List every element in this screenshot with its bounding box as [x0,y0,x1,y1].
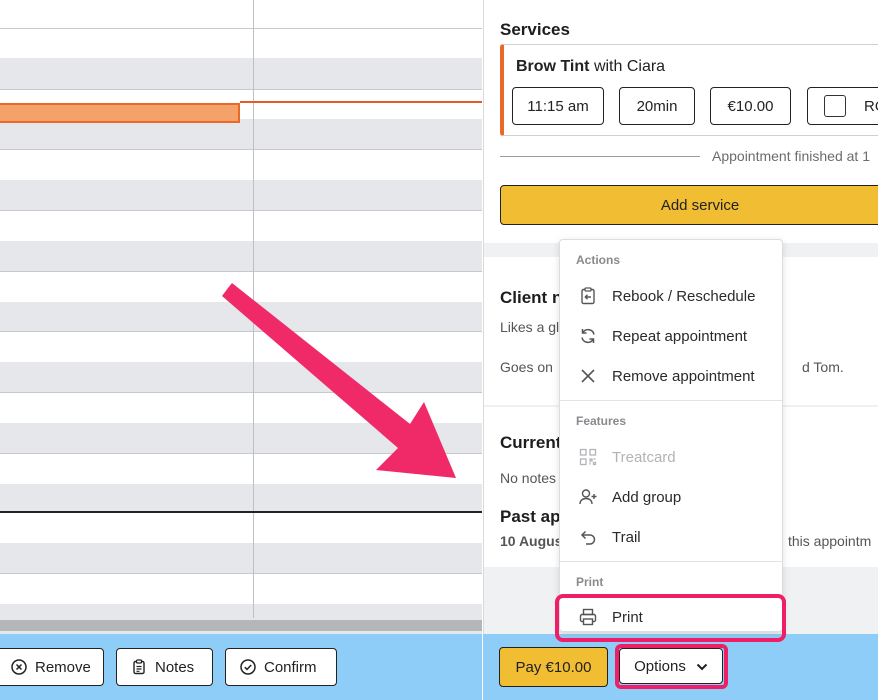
calendar-slot[interactable] [0,58,482,89]
clipboard-icon [131,659,147,675]
calendar-slot[interactable] [0,241,482,272]
calendar-slot[interactable] [0,484,482,515]
calendar-slot[interactable] [0,543,482,574]
checkbox-label: RO [864,97,878,115]
appointment-block[interactable] [0,103,240,123]
calendar-footer: Remove Notes Confirm [0,634,482,700]
calendar-slot[interactable] [0,0,482,31]
menu-item-label: Treatcard [612,448,676,466]
services-title: Services [500,20,570,39]
qr-code-icon [578,447,598,467]
calendar-slot[interactable] [0,180,482,211]
confirm-button[interactable]: Confirm [225,648,337,686]
menu-item-remove[interactable]: Remove appointment [560,356,782,396]
grid-line [0,331,482,332]
menu-item-label: Repeat appointment [612,327,748,345]
check-circle-icon [240,659,256,675]
service-name: Brow Tint with Ciara [516,58,665,76]
add-user-icon [578,487,598,507]
repeat-icon [578,326,598,346]
calendar-slot[interactable] [0,302,482,333]
calendar-slot[interactable] [0,423,482,454]
remove-button-label: Remove [35,658,91,676]
menu-item-rebook[interactable]: Rebook / Reschedule [560,276,782,316]
menu-section-actions: Actions [576,253,621,267]
calendar-slot[interactable] [0,119,482,150]
menu-section-features: Features [576,414,627,428]
time-chip[interactable]: 11:15 am [512,87,604,125]
current-time-line [240,101,482,103]
client-note-line: Goes on [500,359,553,375]
calendar-slot[interactable] [0,604,482,618]
notes-button[interactable]: Notes [116,648,213,686]
add-service-button[interactable]: Add service [500,185,878,225]
close-circle-icon [11,659,27,675]
menu-item-label: Rebook / Reschedule [612,287,756,305]
service-staff: with Ciara [593,58,666,75]
divider [500,155,700,157]
column-divider [253,0,254,618]
client-note-line: Likes a gl [500,319,560,335]
menu-item-trail[interactable]: Trail [560,517,782,557]
pay-button-label: Pay €10.00 [515,658,592,676]
options-highlight [615,644,728,689]
grid-line [0,392,482,393]
calendar-slot[interactable] [0,150,482,181]
past-appointment-text: this appointm [788,533,872,549]
undo-icon [578,527,598,547]
services-card: Services Brow Tint with Ciara 11:15 am 2… [484,0,878,243]
calendar-slot[interactable] [0,30,482,61]
client-note-line-tail: d Tom. [802,359,844,375]
menu-divider [560,561,782,562]
finished-status: Appointment finished at 1 [500,148,878,164]
menu-item-label: Add group [612,488,682,506]
current-notes-title: Current [500,433,562,452]
calendar-slot[interactable] [0,332,482,363]
service-item[interactable]: Brow Tint with Ciara 11:15 am 20min €10.… [500,44,878,136]
scrollbar-thumb[interactable] [0,620,482,631]
grid-line [0,89,482,90]
close-icon [578,366,598,386]
confirm-button-label: Confirm [264,658,317,676]
add-service-label: Add service [660,196,740,214]
menu-item-add-group[interactable]: Add group [560,477,782,517]
ro-checkbox-chip[interactable]: RO [807,87,878,125]
calendar-slot[interactable] [0,210,482,241]
calendar-slot[interactable] [0,362,482,393]
grid-line [0,271,482,272]
grid-line [0,149,482,150]
checkbox[interactable] [824,95,846,117]
remove-button[interactable]: Remove [0,648,104,686]
calendar-grid[interactable] [0,0,482,634]
calendar-slot[interactable] [0,271,482,302]
calendar-slot[interactable] [0,574,482,605]
service-title: Brow Tint [516,58,590,75]
day-boundary-line [0,511,482,513]
panel-footer: Pay €10.00 Options [483,634,878,700]
menu-section-print: Print [576,575,604,589]
calendar-slot[interactable] [0,393,482,424]
pay-button[interactable]: Pay €10.00 [499,647,608,687]
menu-item-label: Trail [612,528,641,546]
calendar-slot[interactable] [0,454,482,485]
menu-item-repeat[interactable]: Repeat appointment [560,316,782,356]
finished-text: Appointment finished at 1 [712,148,870,164]
grid-line [0,453,482,454]
notes-button-label: Notes [155,658,195,676]
past-appointment-date: 10 August [500,533,568,549]
print-highlight [555,594,786,642]
current-notes-empty: No notes [500,470,557,486]
menu-divider [560,400,782,401]
client-notes-title: Client n [500,288,563,307]
menu-item-treatcard[interactable]: Treatcard [560,437,782,477]
grid-line [0,573,482,574]
rebook-icon [578,286,598,306]
menu-item-label: Remove appointment [612,367,755,385]
price-chip[interactable]: €10.00 [710,87,791,125]
calendar-slot[interactable] [0,513,482,544]
options-menu: Actions Rebook / Reschedule Repeat appoi… [559,239,783,632]
grid-line [0,28,482,29]
grid-line [0,210,482,211]
duration-chip[interactable]: 20min [619,87,695,125]
